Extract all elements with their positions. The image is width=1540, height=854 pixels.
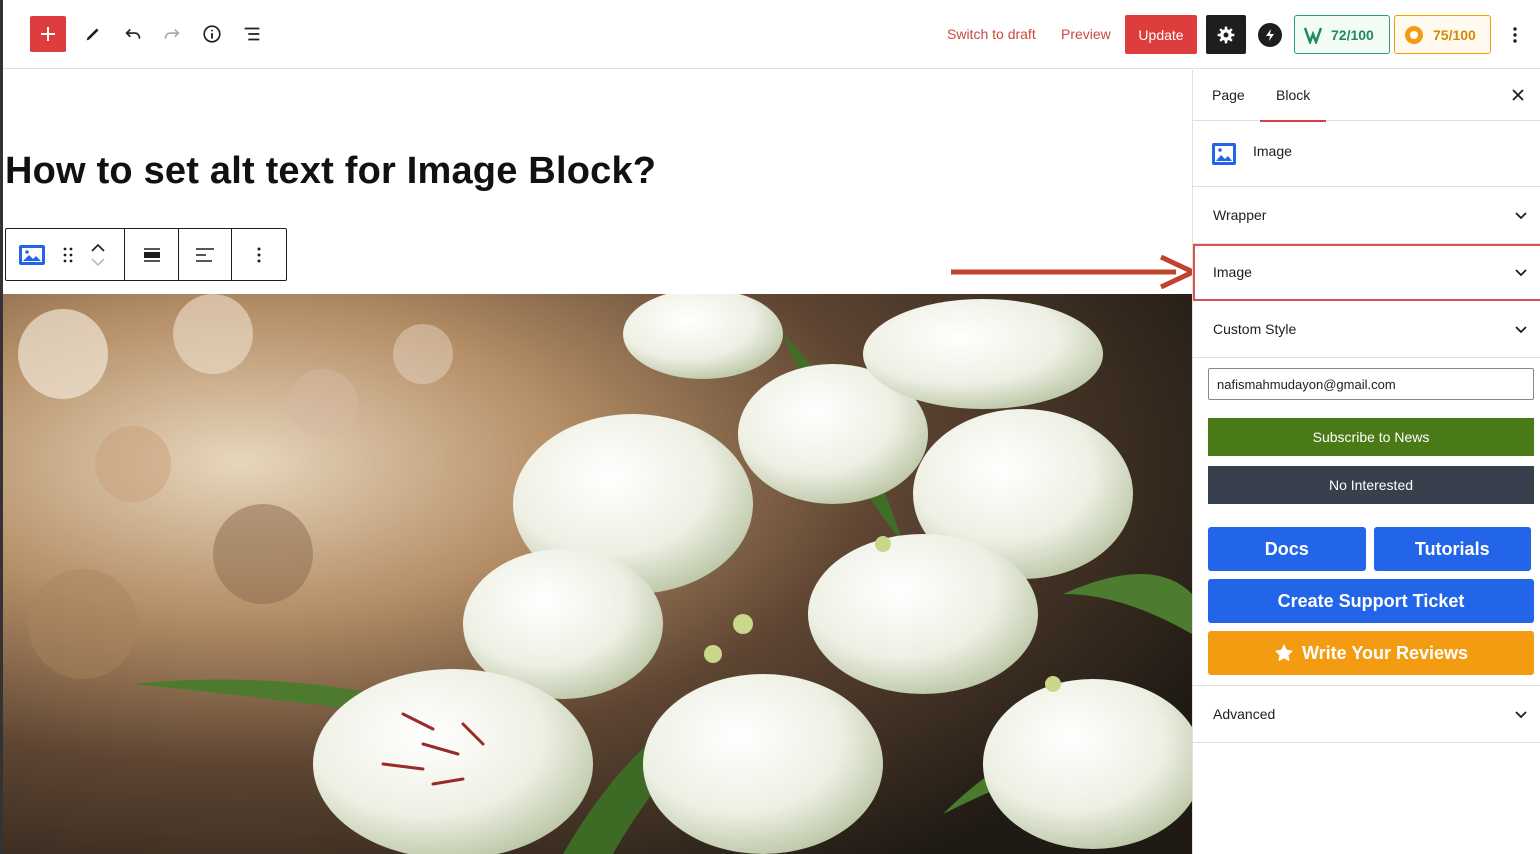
close-icon <box>1512 89 1524 101</box>
block-options-button[interactable] <box>232 229 286 280</box>
kebab-icon <box>1513 27 1517 43</box>
readability-score-value: 75/100 <box>1433 26 1476 43</box>
undo-button[interactable] <box>115 16 151 52</box>
redo-button[interactable] <box>154 16 190 52</box>
chevron-down-icon <box>1515 711 1527 719</box>
editor-canvas: How to set alt text for Image Block? <box>3 70 1192 854</box>
chevron-down-icon <box>1515 212 1527 220</box>
redo-icon <box>164 28 180 39</box>
more-options-button[interactable] <box>1503 22 1527 48</box>
block-toolbar-group-align <box>125 229 179 280</box>
text-align-button[interactable] <box>179 229 231 280</box>
docs-tutorials-row: Docs Tutorials <box>1208 527 1531 571</box>
tab-page[interactable]: Page <box>1212 87 1245 103</box>
editor-app: Switch to draft Preview Update 72/100 75… <box>0 0 1540 854</box>
details-button[interactable] <box>194 16 230 52</box>
seo-score-value: 72/100 <box>1331 26 1374 43</box>
drag-handle[interactable] <box>58 229 78 280</box>
panel-advanced[interactable]: Advanced <box>1193 686 1540 743</box>
image-icon <box>1212 143 1236 165</box>
align-wide-icon <box>143 247 160 262</box>
sidebar-tabs: Page Block <box>1193 70 1540 122</box>
image-icon <box>19 244 45 265</box>
panel-image-title: Image <box>1213 264 1252 280</box>
move-up-icon[interactable] <box>91 243 105 252</box>
close-sidebar-button[interactable] <box>1507 84 1529 106</box>
block-type-button[interactable] <box>6 229 58 280</box>
undo-icon <box>125 28 141 39</box>
align-button[interactable] <box>125 229 178 280</box>
settings-button[interactable] <box>1206 15 1246 54</box>
docs-button[interactable]: Docs <box>1208 527 1366 571</box>
block-card: Image <box>1193 121 1540 187</box>
sun-logo-icon <box>1405 25 1423 44</box>
not-interested-button[interactable]: No Interested <box>1208 466 1534 504</box>
switch-to-draft-button[interactable]: Switch to draft <box>947 26 1036 42</box>
edit-tool-button[interactable] <box>75 16 111 52</box>
chevron-down-icon <box>1515 269 1527 277</box>
plugin-promo: Subscribe to News No Interested Docs Tut… <box>1193 358 1540 686</box>
panel-wrapper[interactable]: Wrapper <box>1193 187 1540 244</box>
list-view-button[interactable] <box>234 16 270 52</box>
create-support-ticket-button[interactable]: Create Support Ticket <box>1208 579 1534 623</box>
seo-score-badge[interactable]: 72/100 <box>1294 15 1390 54</box>
panel-custom-style-title: Custom Style <box>1213 321 1297 337</box>
update-button[interactable]: Update <box>1125 15 1197 54</box>
settings-sidebar: Page Block Image Wrapper Image Custom St… <box>1192 70 1540 854</box>
block-toolbar-group-text <box>179 229 232 280</box>
list-view-icon <box>244 27 260 41</box>
block-name: Image <box>1253 143 1292 159</box>
gear-icon <box>1217 26 1235 43</box>
top-toolbar: Switch to draft Preview Update 72/100 75… <box>3 0 1540 69</box>
align-left-icon <box>196 247 214 262</box>
block-toolbar-group-more <box>232 229 286 280</box>
preview-button[interactable]: Preview <box>1061 26 1111 42</box>
panel-custom-style[interactable]: Custom Style <box>1193 301 1540 358</box>
email-field[interactable] <box>1208 368 1534 400</box>
tab-block[interactable]: Block <box>1259 87 1327 122</box>
kebab-icon <box>257 247 261 262</box>
move-down-icon[interactable] <box>91 257 105 266</box>
flower-photo-illustration <box>3 294 1192 854</box>
bolt-icon <box>1266 29 1274 41</box>
panel-advanced-title: Advanced <box>1213 706 1276 722</box>
subscribe-button[interactable]: Subscribe to News <box>1208 418 1534 456</box>
block-mover[interactable] <box>78 229 118 280</box>
info-icon <box>203 25 221 43</box>
image-block-photo[interactable] <box>3 294 1192 854</box>
chevron-down-icon <box>1515 326 1527 334</box>
readability-score-badge[interactable]: 75/100 <box>1394 15 1491 54</box>
block-toolbar-group-mover <box>6 229 125 280</box>
panel-image[interactable]: Image <box>1193 244 1540 301</box>
annotation-arrow <box>951 255 1196 289</box>
seo-logo-icon <box>1303 27 1323 44</box>
plugin-b-icon[interactable] <box>1258 23 1282 47</box>
tutorials-button[interactable]: Tutorials <box>1373 527 1531 571</box>
pencil-icon <box>86 28 99 41</box>
panel-wrapper-title: Wrapper <box>1213 207 1267 223</box>
plus-icon <box>41 27 55 41</box>
star-icon <box>1274 644 1293 662</box>
write-reviews-label: Write Your Reviews <box>1301 642 1469 663</box>
post-title[interactable]: How to set alt text for Image Block? <box>5 150 656 193</box>
block-toolbar <box>5 228 287 281</box>
add-block-button[interactable] <box>30 16 66 52</box>
write-reviews-button[interactable]: Write Your Reviews <box>1208 631 1534 675</box>
drag-handle-icon <box>63 247 73 262</box>
